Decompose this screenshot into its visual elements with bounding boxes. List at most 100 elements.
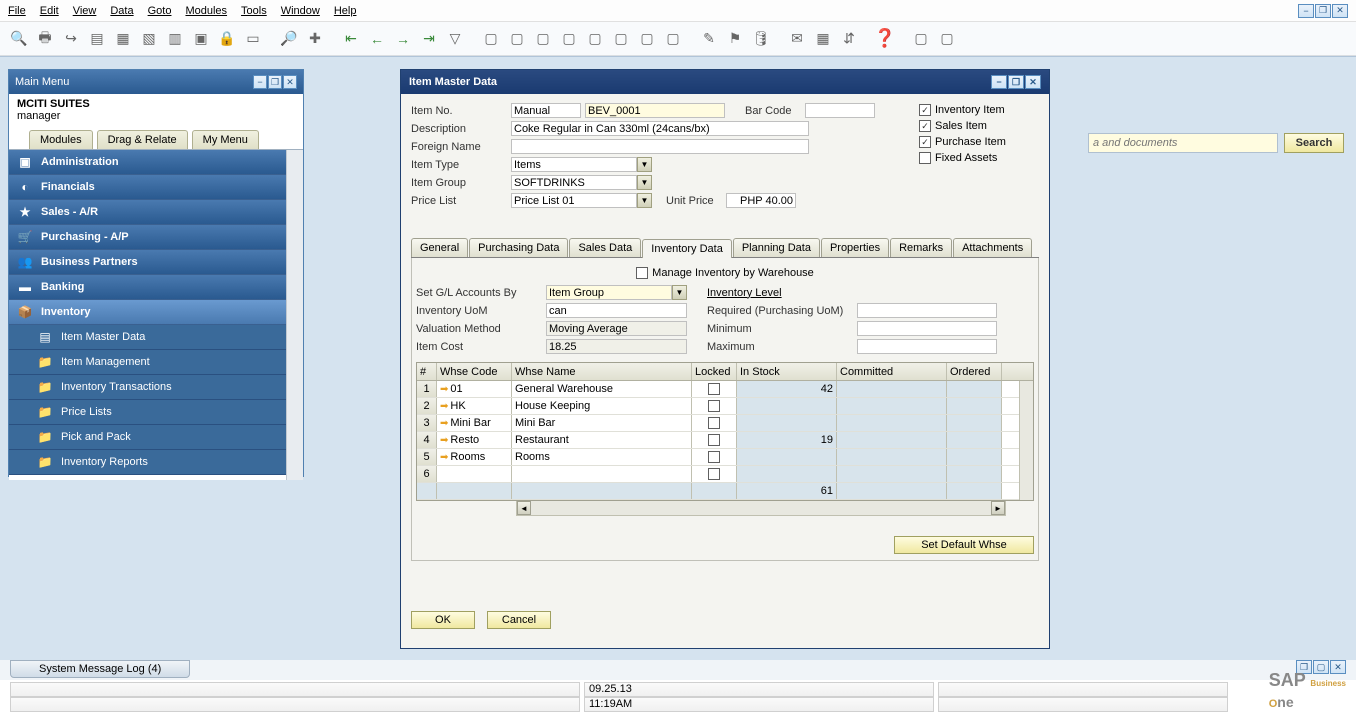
item-type-select[interactable] xyxy=(511,157,637,172)
set-default-whse-button[interactable]: Set Default Whse xyxy=(894,536,1034,554)
export-icon[interactable]: ▧ xyxy=(138,28,160,50)
cell-whse-name[interactable]: Restaurant xyxy=(512,432,692,448)
lock-icon[interactable]: 🔒 xyxy=(216,28,238,50)
cb-sales-item[interactable]: ✓ xyxy=(919,120,931,132)
tab-purchasing-data[interactable]: Purchasing Data xyxy=(469,238,568,257)
find-icon[interactable]: 🔎 xyxy=(278,28,300,50)
cell-whse-code[interactable]: ➡Rooms xyxy=(437,449,512,465)
excel-icon[interactable]: ▦ xyxy=(112,28,134,50)
cell-locked[interactable] xyxy=(692,398,737,414)
cell-whse-name[interactable] xyxy=(512,466,692,482)
sub-price-lists[interactable]: 📁Price Lists xyxy=(9,400,303,425)
unit-price-input[interactable] xyxy=(726,193,796,208)
module-banking[interactable]: ▬Banking xyxy=(9,275,303,300)
t8-icon[interactable]: ▢ xyxy=(662,28,684,50)
menu-modules[interactable]: Modules xyxy=(185,5,227,17)
new-icon[interactable]: ✚ xyxy=(304,28,326,50)
dropdown-icon[interactable]: ▼ xyxy=(637,175,652,190)
cell-whse-code[interactable]: ➡01 xyxy=(437,381,512,397)
table-row[interactable]: 3➡Mini BarMini Bar xyxy=(417,415,1033,432)
db-icon[interactable]: 🛢 xyxy=(750,28,772,50)
doc-icon[interactable]: ▤ xyxy=(86,28,108,50)
cell-whse-code[interactable]: ➡HK xyxy=(437,398,512,414)
app-restore-icon[interactable]: ❐ xyxy=(1315,4,1331,18)
maximum-input[interactable] xyxy=(857,339,997,354)
link-arrow-icon[interactable]: ➡ xyxy=(440,384,448,395)
ext1-icon[interactable]: ▢ xyxy=(910,28,932,50)
locked-checkbox[interactable] xyxy=(708,383,720,395)
col-committed[interactable]: Committed xyxy=(837,363,947,380)
sub-pick-and-pack[interactable]: 📁Pick and Pack xyxy=(9,425,303,450)
menu-help[interactable]: Help xyxy=(334,5,357,17)
tab-sales-data[interactable]: Sales Data xyxy=(569,238,641,257)
t4-icon[interactable]: ▢ xyxy=(558,28,580,50)
description-input[interactable] xyxy=(511,121,809,136)
uom-input[interactable] xyxy=(546,303,687,318)
tree-icon[interactable]: ⇵ xyxy=(838,28,860,50)
tab-attachments[interactable]: Attachments xyxy=(953,238,1032,257)
scroll-left-icon[interactable]: ◄ xyxy=(517,501,531,515)
minimum-input[interactable] xyxy=(857,321,997,336)
menu-file[interactable]: File xyxy=(8,5,26,17)
table-row[interactable]: 2➡HKHouse Keeping xyxy=(417,398,1033,415)
set-gl-select[interactable] xyxy=(546,285,672,300)
pdf-icon[interactable]: ▣ xyxy=(190,28,212,50)
preview-icon[interactable]: 🔍 xyxy=(8,28,30,50)
locked-checkbox[interactable] xyxy=(708,468,720,480)
t6-icon[interactable]: ▢ xyxy=(610,28,632,50)
bar-code-input[interactable] xyxy=(805,103,875,118)
cell-whse-name[interactable]: Rooms xyxy=(512,449,692,465)
cell-whse-code[interactable] xyxy=(437,466,512,482)
layout-icon[interactable]: ▭ xyxy=(242,28,264,50)
col-whse-code[interactable]: Whse Code xyxy=(437,363,512,380)
next-icon[interactable]: → xyxy=(392,28,414,50)
tab-general[interactable]: General xyxy=(411,238,468,257)
link-arrow-icon[interactable]: ➡ xyxy=(440,401,448,412)
table-row[interactable]: 6 xyxy=(417,466,1033,483)
tab-inventory-data[interactable]: Inventory Data xyxy=(642,239,732,258)
table-hscroll[interactable]: ◄ ► xyxy=(516,500,1006,516)
menu-edit[interactable]: Edit xyxy=(40,5,59,17)
module-financials[interactable]: ◐Financials xyxy=(9,175,303,200)
dropdown-icon[interactable]: ▼ xyxy=(637,193,652,208)
col-in-stock[interactable]: In Stock xyxy=(737,363,837,380)
cb-manage-by-whse[interactable] xyxy=(636,267,648,279)
menu-tools[interactable]: Tools xyxy=(241,5,267,17)
foreign-name-input[interactable] xyxy=(511,139,809,154)
filter-icon[interactable]: ▽ xyxy=(444,28,466,50)
cell-whse-name[interactable]: General Warehouse xyxy=(512,381,692,397)
module-business-partners[interactable]: 👥Business Partners xyxy=(9,250,303,275)
sub-inventory-transactions[interactable]: 📁Inventory Transactions xyxy=(9,375,303,400)
table-row[interactable]: 5➡RoomsRooms xyxy=(417,449,1033,466)
help-icon[interactable]: ❓ xyxy=(874,28,896,50)
t2-icon[interactable]: ▢ xyxy=(506,28,528,50)
t7-icon[interactable]: ▢ xyxy=(636,28,658,50)
link-arrow-icon[interactable]: ➡ xyxy=(440,452,448,463)
item-group-select[interactable] xyxy=(511,175,637,190)
module-inventory[interactable]: 📦Inventory xyxy=(9,300,303,325)
edit-icon[interactable]: ✎ xyxy=(698,28,720,50)
dropdown-icon[interactable]: ▼ xyxy=(637,157,652,172)
required-input[interactable] xyxy=(857,303,997,318)
search-button[interactable]: Search xyxy=(1284,133,1344,153)
locked-checkbox[interactable] xyxy=(708,451,720,463)
system-message-log-tab[interactable]: System Message Log (4) xyxy=(10,660,190,678)
cell-locked[interactable] xyxy=(692,466,737,482)
tab-my-menu[interactable]: My Menu xyxy=(192,130,259,149)
col-locked[interactable]: Locked xyxy=(692,363,737,380)
mm-close-icon[interactable]: ✕ xyxy=(283,75,297,89)
cell-whse-code[interactable]: ➡Resto xyxy=(437,432,512,448)
locked-checkbox[interactable] xyxy=(708,434,720,446)
tab-planning-data[interactable]: Planning Data xyxy=(733,238,820,257)
mm-restore-icon[interactable]: ❐ xyxy=(268,75,282,89)
price-list-select[interactable] xyxy=(511,193,637,208)
tab-drag-relate[interactable]: Drag & Relate xyxy=(97,130,188,149)
tab-properties[interactable]: Properties xyxy=(821,238,889,257)
module-purchasing[interactable]: 🛒Purchasing - A/P xyxy=(9,225,303,250)
scroll-right-icon[interactable]: ► xyxy=(991,501,1005,515)
menu-data[interactable]: Data xyxy=(110,5,133,17)
module-administration[interactable]: ▣Administration xyxy=(9,150,303,175)
cell-whse-name[interactable]: Mini Bar xyxy=(512,415,692,431)
app-close-icon[interactable]: ✕ xyxy=(1332,4,1348,18)
t1-icon[interactable]: ▢ xyxy=(480,28,502,50)
